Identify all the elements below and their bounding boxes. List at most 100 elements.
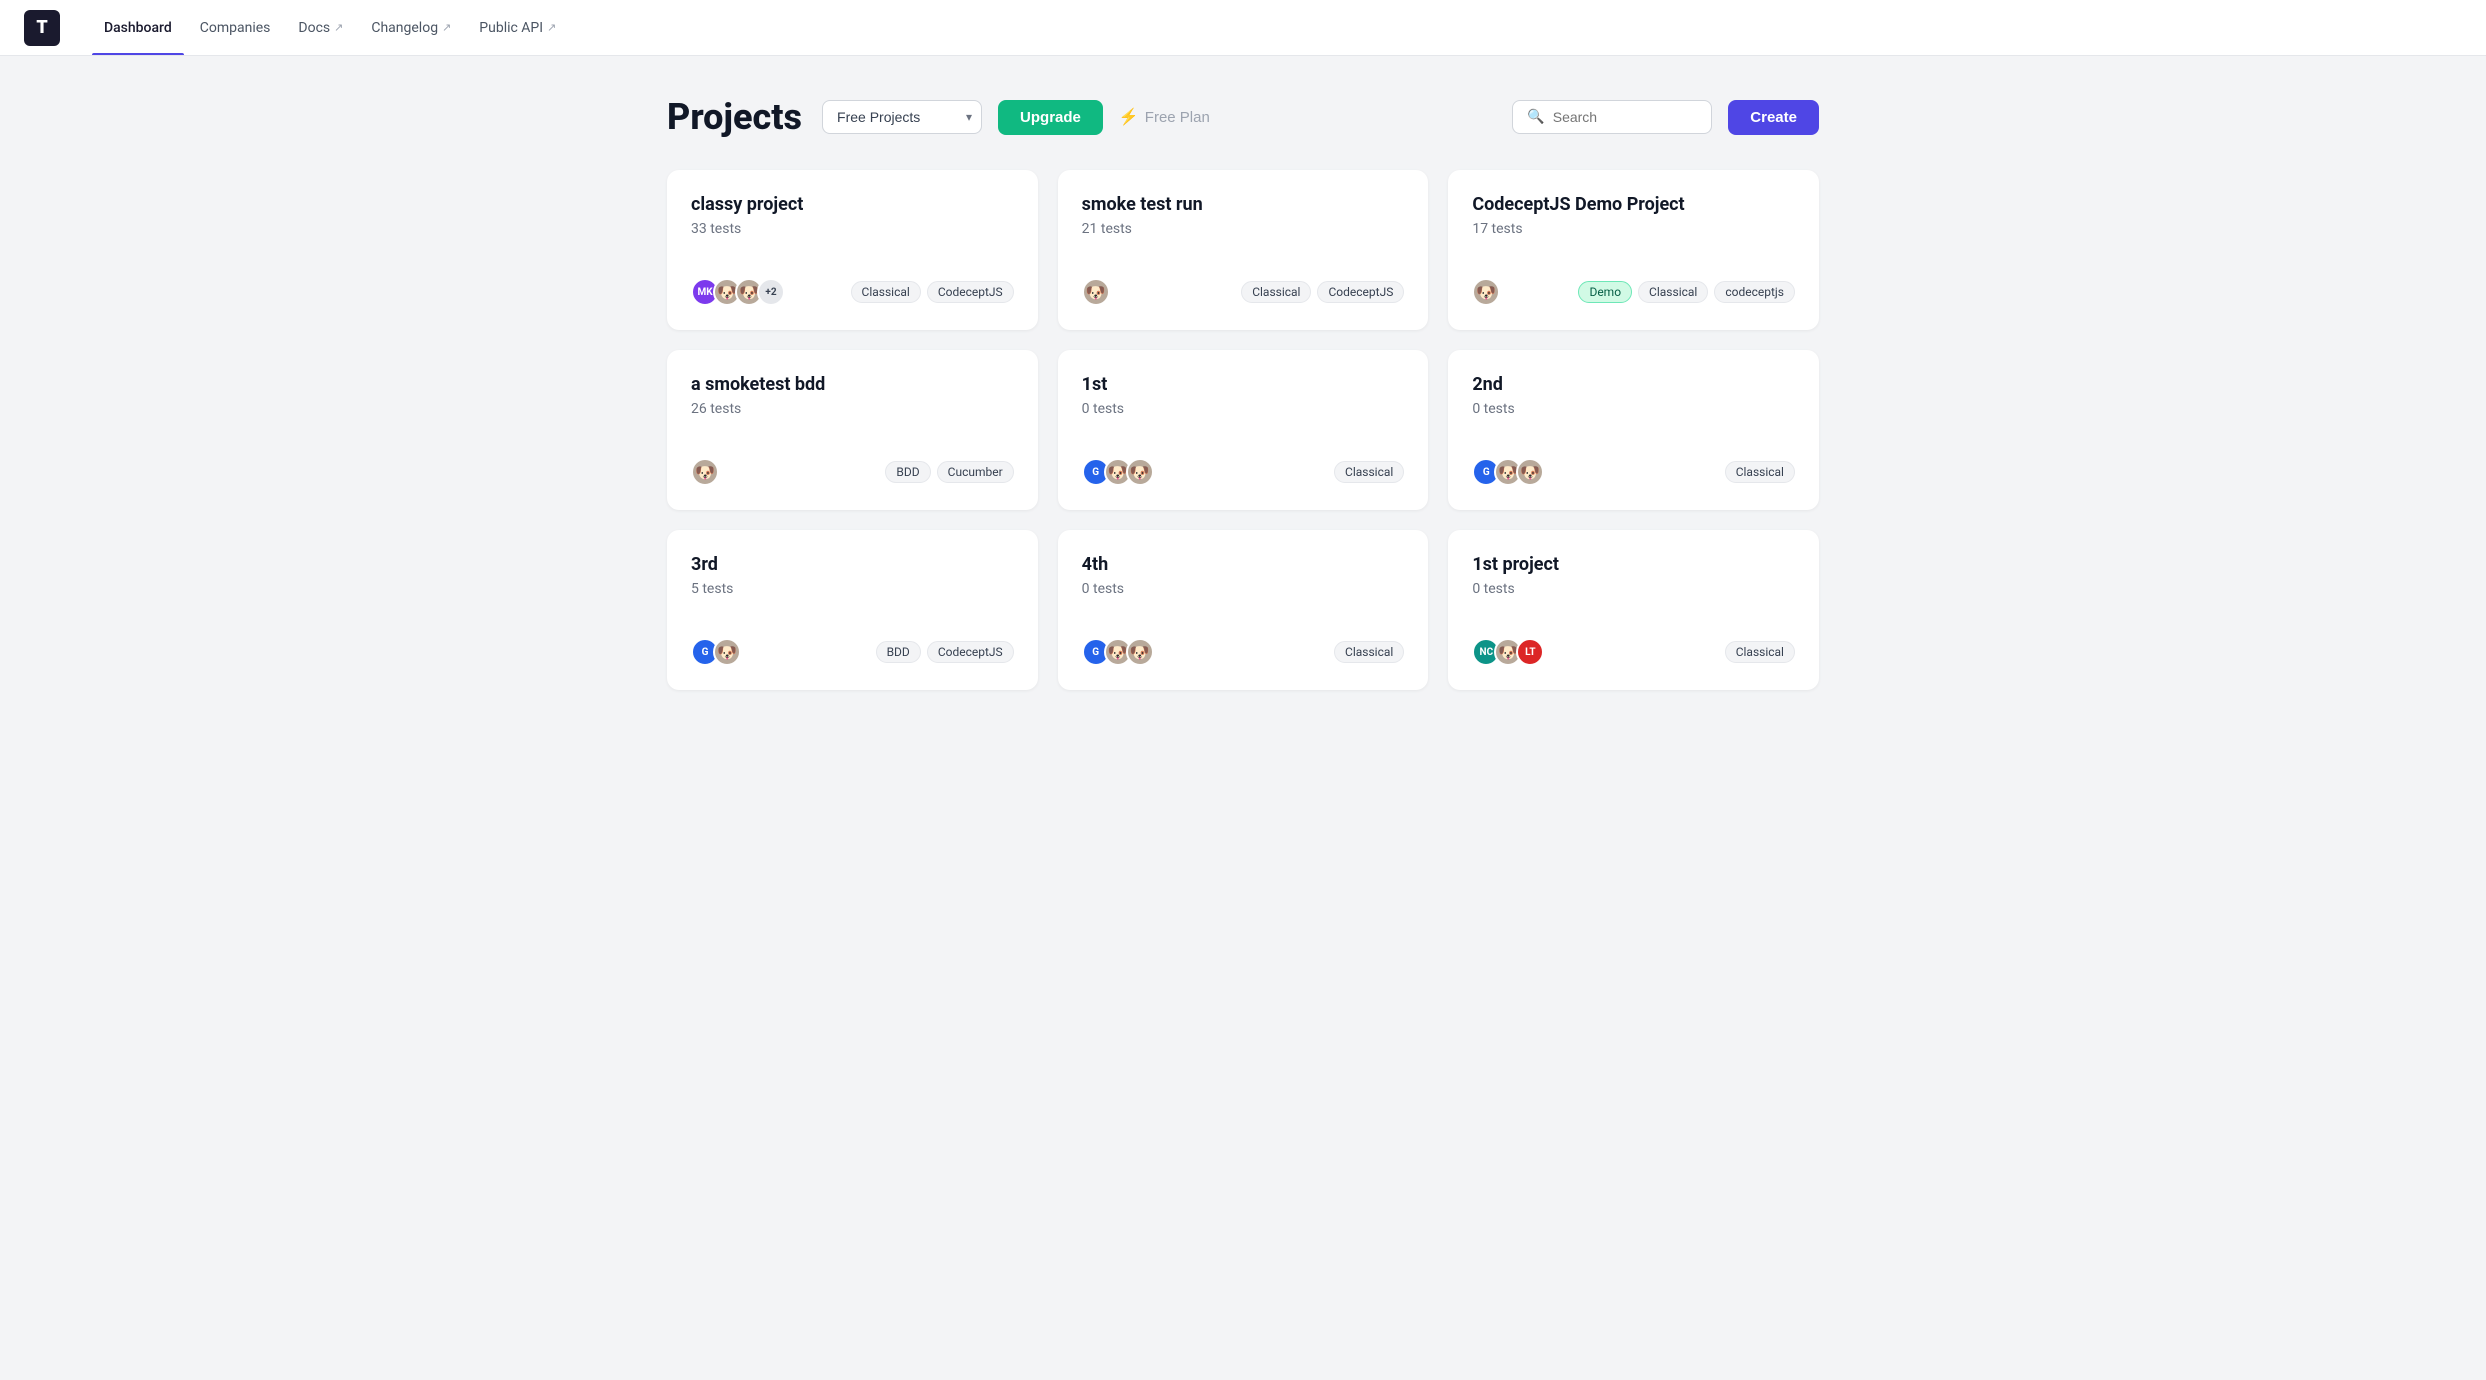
project-tests: 5 tests bbox=[691, 581, 1014, 597]
project-dropdown[interactable]: Free Projects bbox=[822, 100, 982, 134]
avatar: 🐶 bbox=[1126, 458, 1154, 486]
avatar-group: 🐶 bbox=[1082, 278, 1110, 306]
free-plan-button[interactable]: ⚡ Free Plan bbox=[1119, 107, 1210, 127]
project-name: 1st project bbox=[1472, 554, 1795, 575]
avatar: +2 bbox=[757, 278, 785, 306]
external-link-icon: ↗ bbox=[334, 21, 343, 34]
avatar-group: 🐶 bbox=[1472, 278, 1500, 306]
search-icon: 🔍 bbox=[1527, 109, 1544, 125]
project-name: CodeceptJS Demo Project bbox=[1472, 194, 1795, 215]
project-tag: Cucumber bbox=[937, 461, 1014, 483]
app-logo[interactable]: T bbox=[24, 10, 60, 46]
avatar: 🐶 bbox=[1082, 278, 1110, 306]
nav-item-docs[interactable]: Docs ↗ bbox=[286, 0, 355, 55]
project-tests: 26 tests bbox=[691, 401, 1014, 417]
avatar: 🐶 bbox=[1472, 278, 1500, 306]
project-card[interactable]: smoke test run 21 tests 🐶 Classical Codecept… bbox=[1058, 170, 1429, 330]
project-tag: codeceptjs bbox=[1714, 281, 1795, 303]
project-card[interactable]: a smoketest bdd 26 tests 🐶 BDD Cucumber bbox=[667, 350, 1038, 510]
project-card[interactable]: 1st 0 tests G🐶🐶 Classical bbox=[1058, 350, 1429, 510]
project-card[interactable]: 2nd 0 tests G🐶🐶 Classical bbox=[1448, 350, 1819, 510]
project-tag: Classical bbox=[851, 281, 921, 303]
project-footer: NC🐶LT Classical bbox=[1472, 638, 1795, 666]
project-card[interactable]: classy project 33 tests MK🐶🐶+2 Classical Cod… bbox=[667, 170, 1038, 330]
external-link-icon: ↗ bbox=[547, 21, 556, 34]
project-tests: 0 tests bbox=[1472, 581, 1795, 597]
project-tests: 21 tests bbox=[1082, 221, 1405, 237]
project-footer: G🐶🐶 Classical bbox=[1082, 458, 1405, 486]
project-tag: Classical bbox=[1334, 461, 1404, 483]
project-tag: Classical bbox=[1725, 641, 1795, 663]
avatar-group: G🐶🐶 bbox=[1082, 458, 1154, 486]
project-tag: BDD bbox=[876, 641, 921, 663]
project-name: classy project bbox=[691, 194, 1014, 215]
search-input[interactable] bbox=[1553, 109, 1693, 125]
project-tags: Classical bbox=[1334, 461, 1404, 483]
project-tag: Classical bbox=[1725, 461, 1795, 483]
project-footer: 🐶 BDD Cucumber bbox=[691, 458, 1014, 486]
avatar-group: G🐶 bbox=[691, 638, 741, 666]
avatar: 🐶 bbox=[1126, 638, 1154, 666]
avatar-group: G🐶🐶 bbox=[1082, 638, 1154, 666]
project-name: smoke test run bbox=[1082, 194, 1405, 215]
search-box: 🔍 bbox=[1512, 100, 1712, 134]
projects-grid: classy project 33 tests MK🐶🐶+2 Classical Cod… bbox=[667, 170, 1819, 690]
avatar-group: G🐶🐶 bbox=[1472, 458, 1544, 486]
project-name: 1st bbox=[1082, 374, 1405, 395]
project-tags: BDD Cucumber bbox=[885, 461, 1013, 483]
project-tests: 17 tests bbox=[1472, 221, 1795, 237]
project-tag: CodeceptJS bbox=[1317, 281, 1404, 303]
avatar: 🐶 bbox=[1516, 458, 1544, 486]
project-tests: 0 tests bbox=[1082, 581, 1405, 597]
project-tests: 33 tests bbox=[691, 221, 1014, 237]
project-tags: Classical bbox=[1334, 641, 1404, 663]
project-card[interactable]: 3rd 5 tests G🐶 BDD CodeceptJS bbox=[667, 530, 1038, 690]
page-title: Projects bbox=[667, 96, 802, 138]
project-footer: G🐶🐶 Classical bbox=[1082, 638, 1405, 666]
project-footer: MK🐶🐶+2 Classical CodeceptJS bbox=[691, 278, 1014, 306]
nav-item-public-api[interactable]: Public API ↗ bbox=[467, 0, 568, 55]
project-name: 2nd bbox=[1472, 374, 1795, 395]
create-button[interactable]: Create bbox=[1728, 100, 1819, 135]
project-tags: Classical bbox=[1725, 461, 1795, 483]
project-tags: Classical CodeceptJS bbox=[1241, 281, 1404, 303]
project-tag: CodeceptJS bbox=[927, 281, 1014, 303]
main-content: Projects Free Projects ▾ Upgrade ⚡ Free … bbox=[643, 56, 1843, 730]
navbar: T Dashboard Companies Docs ↗ Changelog ↗… bbox=[0, 0, 2486, 56]
project-card[interactable]: 1st project 0 tests NC🐶LT Classical bbox=[1448, 530, 1819, 690]
nav-item-companies[interactable]: Companies bbox=[188, 0, 283, 55]
nav-item-dashboard[interactable]: Dashboard bbox=[92, 0, 184, 55]
page-header: Projects Free Projects ▾ Upgrade ⚡ Free … bbox=[667, 96, 1819, 138]
project-tag: CodeceptJS bbox=[927, 641, 1014, 663]
nav-items: Dashboard Companies Docs ↗ Changelog ↗ P… bbox=[92, 0, 568, 55]
avatar-group: NC🐶LT bbox=[1472, 638, 1544, 666]
project-tags: Classical bbox=[1725, 641, 1795, 663]
project-footer: 🐶 Classical CodeceptJS bbox=[1082, 278, 1405, 306]
project-tests: 0 tests bbox=[1082, 401, 1405, 417]
avatar: 🐶 bbox=[691, 458, 719, 486]
project-tags: Classical CodeceptJS bbox=[851, 281, 1014, 303]
project-footer: G🐶🐶 Classical bbox=[1472, 458, 1795, 486]
project-tags: BDD CodeceptJS bbox=[876, 641, 1014, 663]
project-name: 4th bbox=[1082, 554, 1405, 575]
project-tag: Classical bbox=[1241, 281, 1311, 303]
project-footer: G🐶 BDD CodeceptJS bbox=[691, 638, 1014, 666]
external-link-icon: ↗ bbox=[442, 21, 451, 34]
lightning-icon: ⚡ bbox=[1119, 107, 1139, 127]
project-name: 3rd bbox=[691, 554, 1014, 575]
project-tag: BDD bbox=[885, 461, 930, 483]
nav-item-changelog[interactable]: Changelog ↗ bbox=[359, 0, 463, 55]
project-tag: Classical bbox=[1638, 281, 1708, 303]
project-footer: 🐶DemoClassicalcodeceptjs bbox=[1472, 278, 1795, 306]
project-tests: 0 tests bbox=[1472, 401, 1795, 417]
project-name: a smoketest bdd bbox=[691, 374, 1014, 395]
project-tags: DemoClassicalcodeceptjs bbox=[1578, 281, 1795, 303]
avatar-group: MK🐶🐶+2 bbox=[691, 278, 785, 306]
avatar-group: 🐶 bbox=[691, 458, 719, 486]
project-card[interactable]: CodeceptJS Demo Project17 tests🐶DemoClas… bbox=[1448, 170, 1819, 330]
project-tag: Classical bbox=[1334, 641, 1404, 663]
project-card[interactable]: 4th 0 tests G🐶🐶 Classical bbox=[1058, 530, 1429, 690]
project-selector: Free Projects ▾ bbox=[822, 100, 982, 134]
upgrade-button[interactable]: Upgrade bbox=[998, 100, 1103, 135]
avatar: LT bbox=[1516, 638, 1544, 666]
